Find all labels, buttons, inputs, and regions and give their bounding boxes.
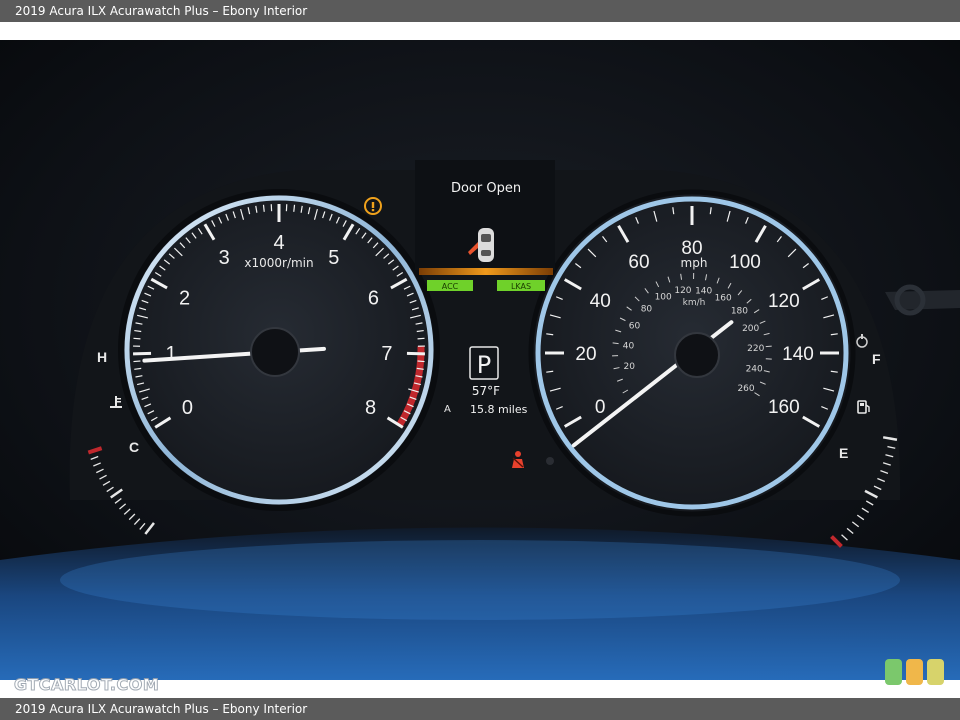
kmh-number: 20 (624, 362, 636, 372)
tachometer-number: 8 (365, 397, 376, 419)
trip-label: A (444, 404, 451, 415)
tachometer: 0 1 2 3 4 5 6 7 8 x1000r/min (118, 189, 440, 511)
kmh-number: 260 (737, 384, 754, 394)
trip-miles: 15.8 miles (470, 403, 528, 416)
kmh-number: 140 (695, 287, 712, 297)
kmh-tick (765, 345, 772, 348)
speedometer-number: 140 (782, 344, 814, 365)
tachometer-hub (250, 327, 300, 377)
speedometer-number: 60 (628, 252, 649, 273)
tachometer-number: 6 (368, 288, 379, 310)
acc-label: ACC (442, 282, 459, 291)
site-logo-icon (885, 659, 944, 685)
speedometer-number: 100 (729, 252, 761, 273)
speedometer-unit-kmh: km/h (683, 298, 706, 308)
tachometer-number: 4 (273, 232, 284, 254)
caption-bottom: 2019 Acura ILX Acurawatch Plus – Ebony I… (0, 698, 960, 720)
temp-hot-label: H (97, 349, 107, 365)
speedometer-number: 20 (575, 344, 596, 365)
tachometer-tick (133, 337, 141, 340)
tachometer-tick (262, 204, 265, 212)
door-open-message: Door Open (451, 181, 521, 196)
speedometer-number: 40 (590, 291, 611, 312)
caption-top: 2019 Acura ILX Acurawatch Plus – Ebony I… (0, 0, 960, 22)
fuel-empty-label: E (839, 445, 848, 461)
tachometer-number: 7 (381, 343, 392, 365)
speedometer-number: 0 (595, 397, 606, 418)
outside-temperature: 57°F (472, 384, 500, 398)
temp-cold-label: C (129, 439, 139, 455)
tachometer-number: 0 (182, 397, 193, 419)
kmh-number: 240 (746, 365, 763, 375)
fuel-full-label: F (872, 351, 881, 367)
tachometer-tick (417, 360, 425, 363)
speedometer-unit-mph: mph (681, 256, 708, 270)
indicator-light-off (546, 457, 554, 465)
tachometer-tick (417, 337, 425, 340)
tachometer-tick (133, 360, 141, 363)
gear-indicator: P (477, 351, 491, 379)
lkas-label: LKAS (511, 282, 531, 291)
speedometer-number: 160 (768, 397, 800, 418)
kmh-number: 80 (641, 305, 653, 315)
kmh-number: 200 (742, 324, 759, 334)
speedometer-hub (674, 332, 720, 378)
tachometer-tick (293, 204, 296, 212)
kmh-number: 180 (731, 307, 748, 317)
watermark: GTCARLOT.COM (13, 675, 160, 695)
tachometer-number: 2 (179, 288, 190, 310)
tachometer-number: 3 (219, 247, 230, 269)
kmh-number: 100 (655, 292, 672, 302)
tachometer-number: 1 (165, 343, 176, 365)
kmh-number: 60 (629, 322, 641, 332)
kmh-number: 160 (715, 294, 732, 304)
cluster-photo: H C F E 0 1 2 3 4 5 6 7 8 x1000r/min 0 20 40 60 8… (0, 40, 960, 680)
kmh-number: 220 (747, 344, 764, 354)
kmh-number: 40 (623, 341, 635, 351)
tachometer-number: 5 (328, 247, 339, 269)
speedometer-number: 120 (768, 291, 800, 312)
tachometer-unit: x1000r/min (244, 256, 313, 270)
speedometer: 020406080100120140160 20406080100120 1401… (528, 189, 856, 517)
kmh-number: 120 (674, 286, 691, 296)
